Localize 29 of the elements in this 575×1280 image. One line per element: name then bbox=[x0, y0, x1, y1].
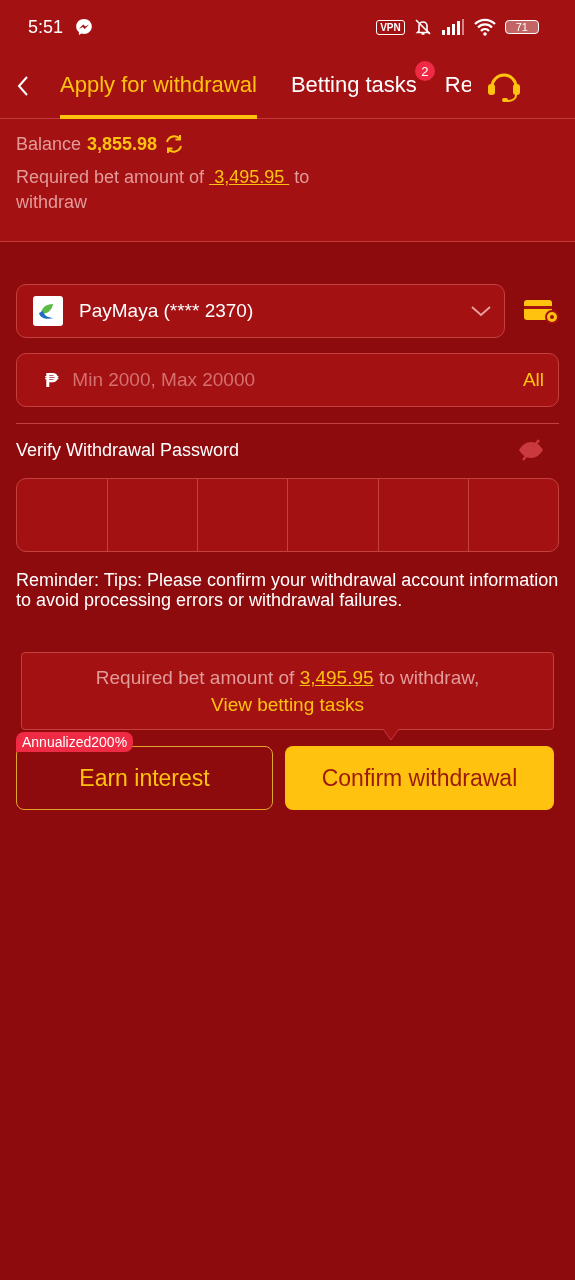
messenger-icon bbox=[75, 18, 94, 36]
tab[interactable]: Betting tasks bbox=[290, 53, 417, 119]
account-dropdown[interactable]: PayMaya (**** 2370) bbox=[16, 284, 505, 338]
tab[interactable]: Apply for withdrawal bbox=[60, 53, 257, 119]
amount-field[interactable]: ₱ Min 2000, Max 20000 All bbox=[16, 353, 559, 407]
confirm-withdrawal-button[interactable]: Confirm withdrawal bbox=[285, 746, 554, 810]
balance-amount: 3,855.98 bbox=[87, 133, 158, 155]
balance-label: Balance bbox=[16, 133, 82, 155]
bet-requirement-text: Required bet amount of 3,495.95 to withdraw bbox=[16, 166, 311, 214]
vpn-indicator: VPN bbox=[376, 19, 405, 35]
signal-icon bbox=[440, 19, 465, 35]
status-time: 5:51 bbox=[28, 16, 64, 38]
count-badge: 2 bbox=[414, 61, 435, 81]
back-icon[interactable] bbox=[16, 75, 30, 97]
earn-interest-button[interactable]: Earn interest bbox=[16, 746, 273, 810]
password-label: Verify Withdrawal Password bbox=[16, 439, 240, 461]
tooltip-text: Required bet amount of 3,495.95 to withdraw, View betting tasks bbox=[94, 666, 481, 717]
reminder-text: Reminder: Tips: Please confirm your withdrawal account information to avoid processing errors or withdrawal failures. bbox=[16, 570, 559, 610]
currency-symbol: ₱ bbox=[45, 368, 59, 392]
annualized-badge: Annualized200% bbox=[16, 732, 134, 752]
battery-indicator: 71 bbox=[504, 20, 539, 34]
chevron-down-icon bbox=[470, 305, 492, 317]
betting-tasks-link[interactable]: View betting tasks bbox=[211, 694, 364, 715]
muted-bell-icon bbox=[412, 18, 433, 36]
password-field[interactable] bbox=[16, 478, 559, 552]
wallet-logo-icon bbox=[33, 296, 63, 326]
wifi-icon bbox=[472, 18, 497, 36]
all-button[interactable]: All bbox=[522, 369, 544, 391]
card-settings-icon[interactable] bbox=[523, 297, 559, 325]
